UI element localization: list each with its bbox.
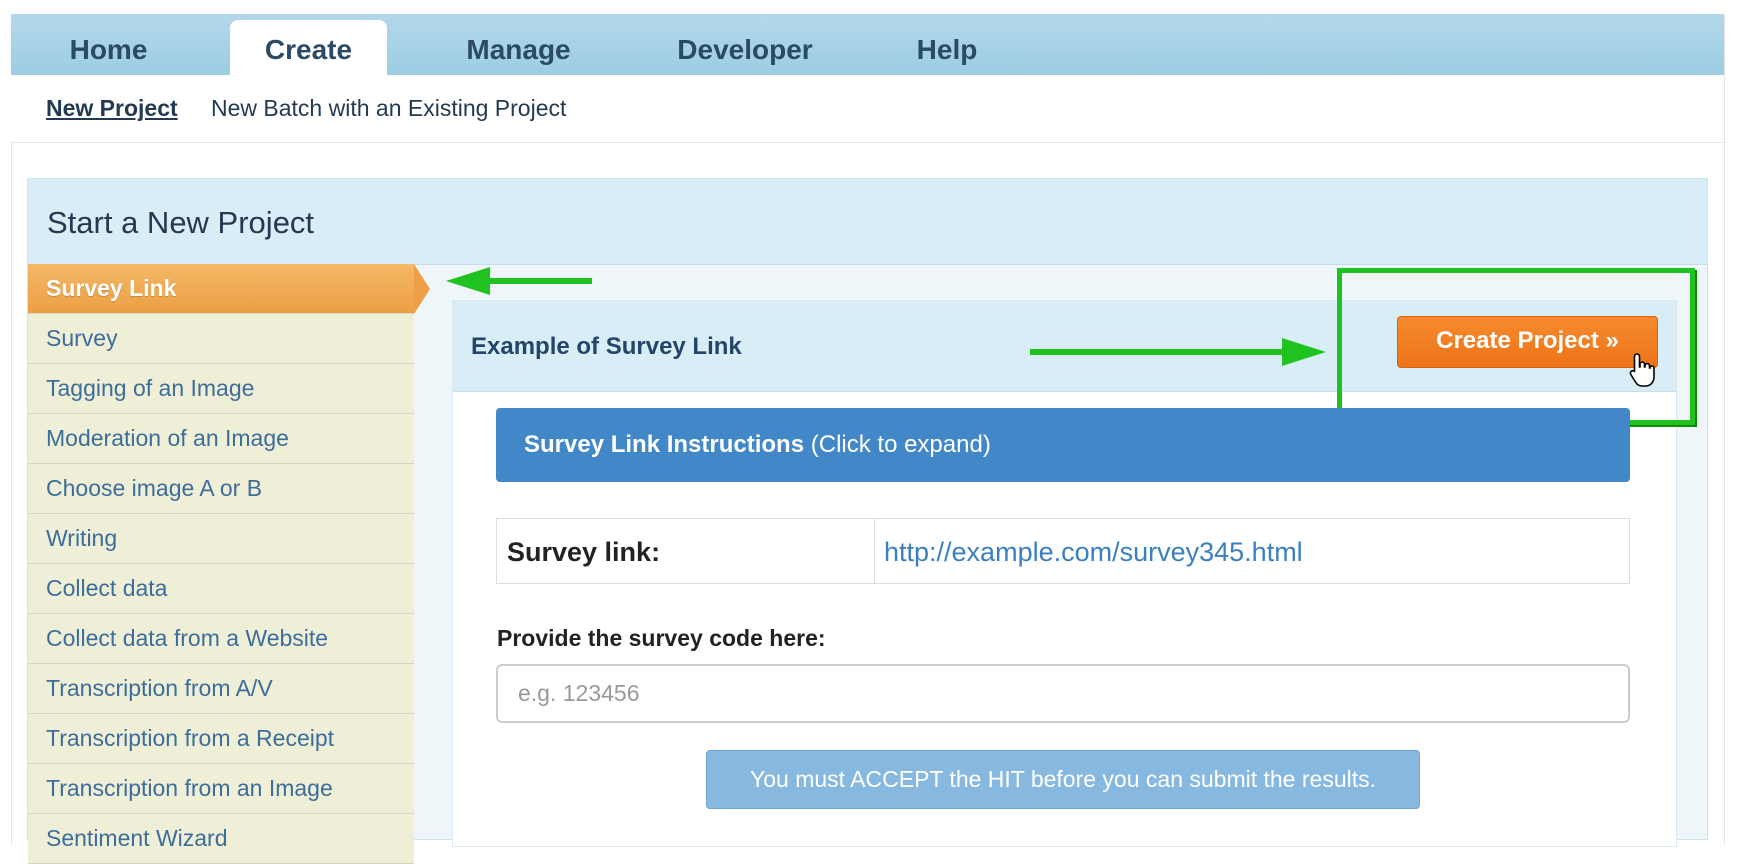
tab-help[interactable]: Help bbox=[891, 20, 1003, 75]
instructions-expander[interactable]: Survey Link Instructions (Click to expan… bbox=[496, 408, 1630, 482]
submit-button[interactable]: You must ACCEPT the HIT before you can s… bbox=[706, 750, 1420, 809]
survey-link-label: Survey link: bbox=[507, 537, 661, 567]
left-arrow-icon bbox=[446, 267, 592, 295]
right-arrow-icon bbox=[1030, 338, 1326, 366]
survey-code-input[interactable] bbox=[496, 664, 1630, 723]
menu-item-transcription-receipt[interactable]: Transcription from a Receipt bbox=[28, 714, 414, 764]
tab-manage[interactable]: Manage bbox=[436, 20, 601, 75]
instructions-hint: (Click to expand) bbox=[804, 431, 991, 458]
highlight-box bbox=[1337, 268, 1695, 425]
menu-item-sentiment[interactable]: Sentiment Wizard bbox=[28, 814, 414, 864]
project-type-menu: Survey Link Survey Tagging of an Image M… bbox=[28, 264, 430, 864]
survey-link-table: Survey link: http://example.com/survey34… bbox=[496, 518, 1630, 584]
menu-item-collect-website[interactable]: Collect data from a Website bbox=[28, 614, 414, 664]
sub-nav: New Project New Batch with an Existing P… bbox=[11, 75, 1724, 143]
menu-item-survey[interactable]: Survey bbox=[28, 314, 414, 364]
subnav-new-batch[interactable]: New Batch with an Existing Project bbox=[211, 95, 566, 122]
menu-item-moderation-image[interactable]: Moderation of an Image bbox=[28, 414, 414, 464]
menu-item-transcription-av[interactable]: Transcription from A/V bbox=[28, 664, 414, 714]
tab-developer[interactable]: Developer bbox=[650, 20, 840, 75]
page-title: Start a New Project bbox=[47, 205, 315, 240]
survey-code-label: Provide the survey code here: bbox=[497, 625, 826, 651]
menu-item-collect-data[interactable]: Collect data bbox=[28, 564, 414, 614]
tab-home[interactable]: Home bbox=[41, 20, 176, 75]
example-title: Example of Survey Link bbox=[471, 333, 742, 360]
table-divider bbox=[874, 519, 875, 583]
survey-link-url[interactable]: http://example.com/survey345.html bbox=[884, 537, 1303, 568]
panel-header: Start a New Project bbox=[28, 179, 1707, 265]
subnav-new-project[interactable]: New Project bbox=[46, 95, 178, 122]
menu-item-choose-image[interactable]: Choose image A or B bbox=[28, 464, 414, 514]
menu-item-survey-link[interactable]: Survey Link bbox=[28, 264, 430, 314]
tab-create[interactable]: Create bbox=[230, 20, 387, 75]
menu-item-tagging-image[interactable]: Tagging of an Image bbox=[28, 364, 414, 414]
menu-item-writing[interactable]: Writing bbox=[28, 514, 414, 564]
menu-item-transcription-image[interactable]: Transcription from an Image bbox=[28, 764, 414, 814]
instructions-title: Survey Link Instructions bbox=[524, 431, 805, 458]
top-nav: Home Create Manage Developer Help bbox=[11, 14, 1724, 75]
